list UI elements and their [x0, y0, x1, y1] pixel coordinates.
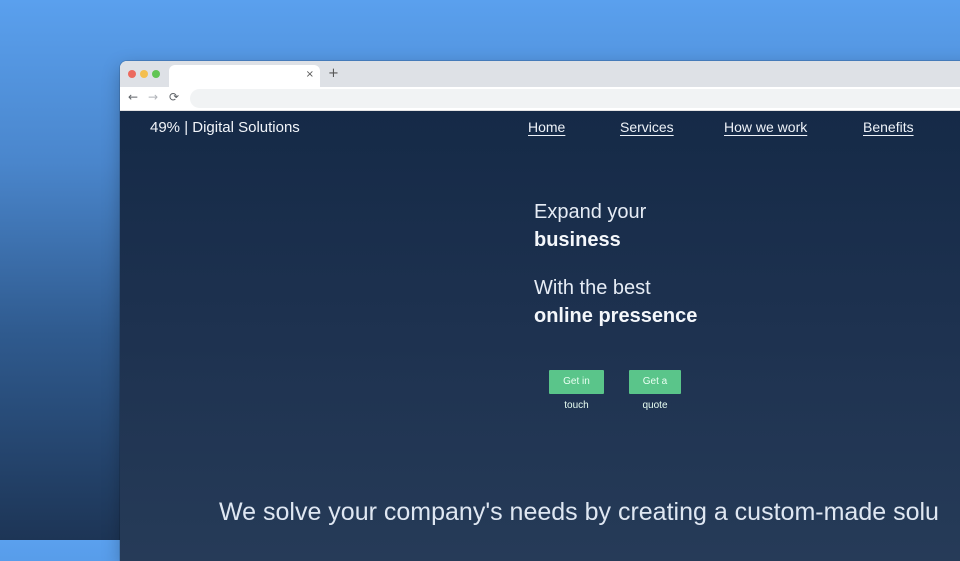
tagline-text: We solve your company's needs by creatin… — [219, 498, 939, 526]
forward-arrow-icon[interactable]: → — [148, 90, 158, 104]
new-tab-icon[interactable]: + — [328, 66, 339, 81]
minimize-window-dot[interactable] — [140, 70, 148, 78]
nav-link-benefits[interactable]: Benefits — [863, 119, 914, 135]
tab-bar: × + — [120, 61, 960, 87]
nav-link-how-we-work[interactable]: How we work — [724, 119, 807, 135]
browser-toolbar: ← → ⟳ — [120, 87, 960, 111]
nav-link-services[interactable]: Services — [620, 119, 674, 135]
get-in-touch-button[interactable]: Get in touch — [549, 370, 604, 411]
hero-heading-line-2: business — [534, 229, 621, 251]
hero-heading-line-4: online pressence — [534, 305, 698, 327]
maximize-window-dot[interactable] — [152, 70, 160, 78]
reload-icon[interactable]: ⟳ — [169, 90, 179, 104]
get-a-quote-button[interactable]: Get a quote — [629, 370, 681, 411]
browser-tab[interactable]: × — [169, 65, 320, 87]
site-logo[interactable]: 49% | Digital Solutions — [150, 119, 300, 136]
hero-heading-line-3: With the best — [534, 277, 651, 299]
address-bar[interactable] — [190, 89, 960, 108]
page-viewport: 49% | Digital Solutions Home Services Ho… — [120, 111, 960, 561]
close-window-dot[interactable] — [128, 70, 136, 78]
hero-heading-line-1: Expand your — [534, 201, 647, 223]
browser-window: × + ← → ⟳ 49% | Digital Solutions Home S… — [120, 61, 960, 561]
close-icon[interactable]: × — [306, 69, 314, 80]
back-arrow-icon[interactable]: ← — [128, 90, 138, 104]
nav-link-home[interactable]: Home — [528, 119, 565, 135]
